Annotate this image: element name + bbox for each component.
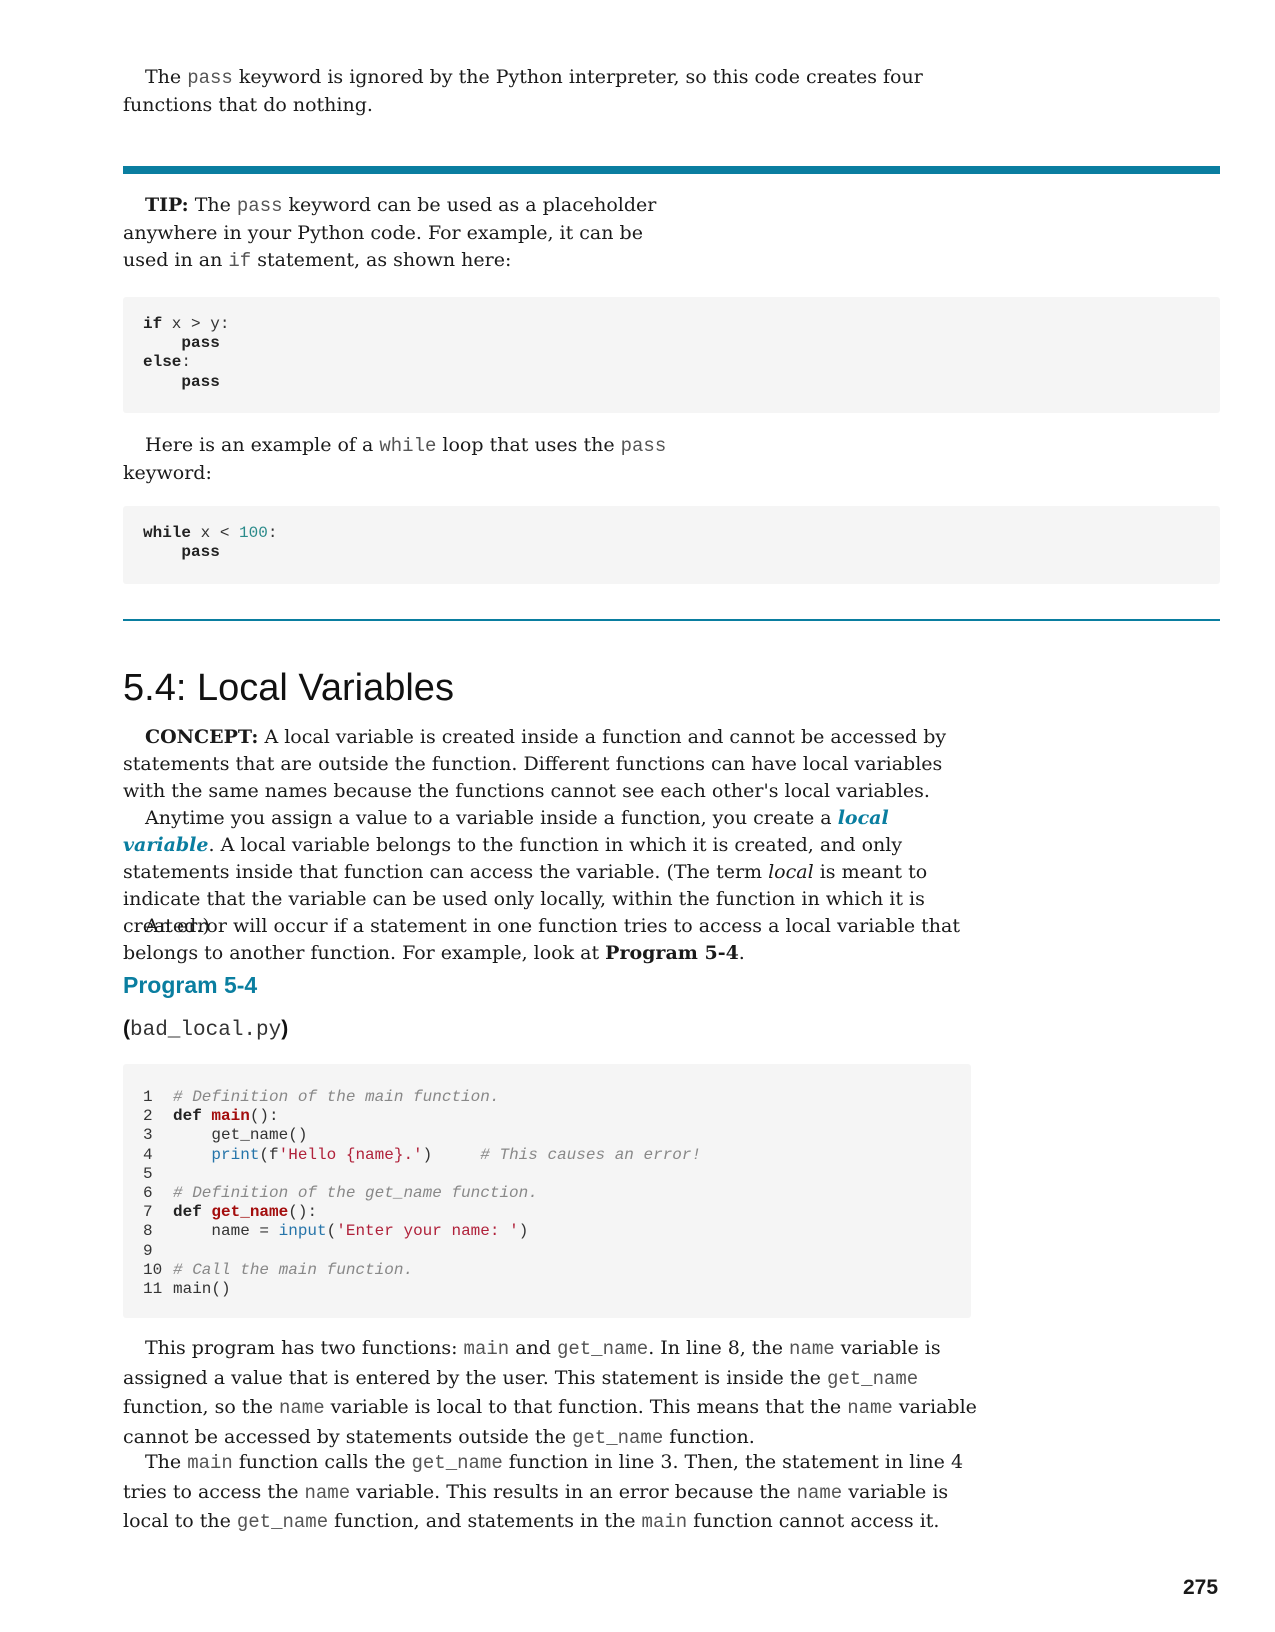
line-number: 4 <box>143 1145 153 1164</box>
line-number: 2 <box>143 1107 153 1126</box>
inline-code: main <box>463 1338 510 1360</box>
text-run: variable is local to that function. This… <box>324 1396 848 1418</box>
text-run: variable. This results in an error becau… <box>350 1480 797 1503</box>
program-code-block: 1 # Definition of the main function. 2 def… <box>123 1064 971 1318</box>
code-line: 11 main() <box>143 1280 231 1298</box>
inline-code: name <box>304 1481 351 1504</box>
line-number: 8 <box>143 1222 153 1241</box>
inline-code: name <box>847 1397 893 1419</box>
code-line: 2 def main(): <box>143 1107 279 1125</box>
code-line: while x < 100: <box>143 524 278 542</box>
code-text: get_name() <box>173 1126 308 1145</box>
code-line: 10 # Call the main function. <box>143 1261 413 1279</box>
line-number: 10 <box>143 1260 163 1279</box>
code-line: pass <box>181 372 220 391</box>
text-run: function. <box>663 1425 755 1448</box>
explanation-paragraph-1: This program has two functions: main and… <box>123 1334 983 1452</box>
code-line: 9 <box>143 1242 173 1260</box>
program-code: 1 # Definition of the main function. 2 def… <box>143 1088 701 1299</box>
line-number: 7 <box>143 1203 153 1222</box>
document-page: The pass keyword is ignored by the Pytho… <box>0 0 1275 1632</box>
inline-code: get_name <box>236 1511 329 1533</box>
code-text: def get_name(): <box>173 1203 318 1222</box>
tip-top-rule <box>123 166 1220 174</box>
inline-code: name <box>789 1338 835 1360</box>
code-text: # Call the main function. <box>173 1260 414 1279</box>
intro-paragraph: The pass keyword is ignored by the Pytho… <box>123 66 923 116</box>
inline-code: main <box>187 1452 233 1474</box>
tip-bottom-rule <box>123 619 1220 621</box>
tip-code-block-if: if x > y: pass else: pass <box>123 297 1220 413</box>
code-line: 4 print(f'Hello {name}.') # This causes … <box>143 1146 701 1164</box>
text-run: . In line 8, the <box>648 1337 790 1359</box>
line-number: 1 <box>143 1088 153 1106</box>
code-line: 3 get_name() <box>143 1126 307 1144</box>
tip-paragraph: TIP: The pass keyword can be used as a p… <box>123 194 657 272</box>
tip-while-paragraph: Here is an example of a while loop that … <box>123 434 667 484</box>
code-line: 8 name = input('Enter your name: ') <box>143 1222 528 1240</box>
line-number: 6 <box>143 1184 153 1203</box>
inline-code: name <box>796 1481 843 1504</box>
text-run: function calls the <box>232 1451 412 1473</box>
code-line: pass <box>181 543 220 562</box>
text-run: This program has two functions: <box>145 1337 464 1359</box>
inline-code: get_name <box>826 1367 919 1390</box>
tip-code-block-while: while x < 100: pass <box>123 506 1220 584</box>
line-number: 11 <box>143 1280 163 1299</box>
code-text: # Definition of the main function. <box>173 1088 500 1106</box>
concept-paragraph: CONCEPT: A local variable is created ins… <box>123 726 947 802</box>
text-run: function cannot access it. <box>687 1510 940 1532</box>
inline-code: name <box>279 1397 325 1419</box>
code-line: 7 def get_name(): <box>143 1203 317 1221</box>
code-text: name = input('Enter your name: ') <box>173 1222 529 1241</box>
code-line: 1 # Definition of the main function. <box>143 1088 499 1106</box>
code-text: main() <box>173 1280 231 1299</box>
text-run: function, and statements in the <box>328 1510 642 1532</box>
section-heading: 5.4: Local Variables <box>123 667 454 709</box>
page-number: 275 <box>1183 1576 1219 1599</box>
code-line: 5 <box>143 1165 173 1183</box>
tip-code-if: if x > y: pass else: pass <box>143 315 229 392</box>
program-title: Program 5-4 <box>123 972 258 998</box>
inline-code: main <box>641 1511 688 1533</box>
code-text: # Definition of the get_name function. <box>173 1184 538 1203</box>
line-number: 5 <box>143 1164 153 1183</box>
code-line: if x > y: <box>143 315 230 333</box>
text-run: The <box>145 1451 188 1473</box>
code-line: 6 # Definition of the get_name function. <box>143 1184 538 1202</box>
program-filename: (bad_local.py) <box>123 1017 289 1042</box>
tip-code-while: while x < 100: pass <box>143 524 277 562</box>
line-number: 3 <box>143 1126 153 1145</box>
text-run: function, so the <box>123 1396 279 1418</box>
code-text: def main(): <box>173 1107 279 1126</box>
code-text: print(f'Hello {name}.') # This causes an… <box>211 1145 702 1164</box>
inline-code: get_name <box>572 1426 664 1449</box>
explanation-paragraph-2: The main function calls the get_name fun… <box>123 1448 983 1537</box>
text-run: and <box>509 1337 557 1359</box>
line-number: 9 <box>143 1241 153 1260</box>
error-paragraph: An error will occur if a statement in on… <box>123 915 960 964</box>
inline-code: get_name <box>556 1338 649 1360</box>
code-line: pass <box>181 334 220 353</box>
inline-code: get_name <box>411 1452 503 1474</box>
code-line: else: <box>143 353 192 372</box>
